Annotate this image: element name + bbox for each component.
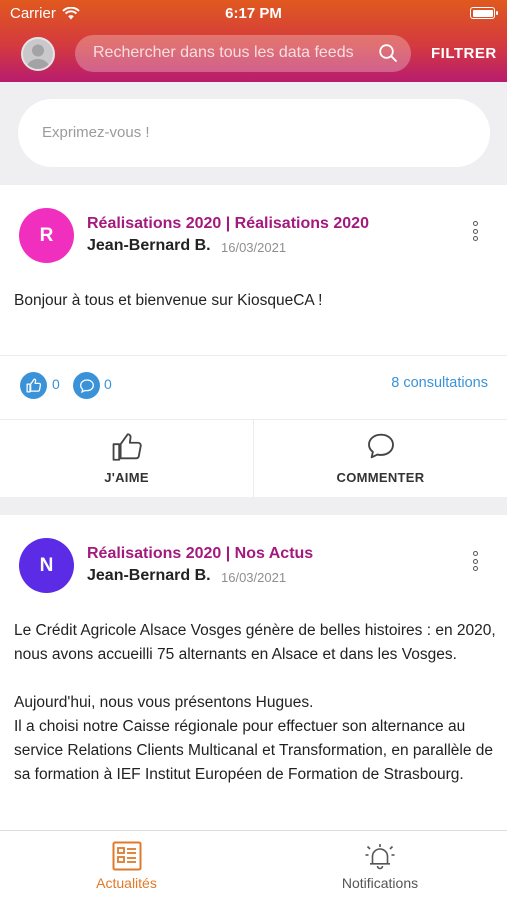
- tab-notifications[interactable]: Notifications: [253, 831, 507, 900]
- post-author[interactable]: Jean-Bernard B.: [87, 567, 211, 585]
- more-options-icon[interactable]: [470, 221, 480, 241]
- tab-notifications-label: Notifications: [341, 875, 419, 891]
- more-options-icon[interactable]: [470, 551, 480, 571]
- user-silhouette-icon: [27, 44, 49, 69]
- post-paragraph: Bonjour à tous et bienvenue sur KiosqueC…: [14, 292, 323, 309]
- bell-icon: [365, 844, 395, 870]
- post-avatar[interactable]: N: [19, 538, 74, 593]
- post-author[interactable]: Jean-Bernard B.: [87, 237, 211, 255]
- post-avatar[interactable]: R: [19, 208, 74, 263]
- like-count-icon: [20, 372, 47, 399]
- battery-icon: [470, 7, 498, 19]
- tab-actualites[interactable]: Actualités: [0, 831, 253, 900]
- status-bar: Carrier 6:17 PM: [0, 0, 507, 28]
- thumbs-up-icon: [112, 433, 142, 461]
- news-icon: [112, 841, 141, 871]
- tab-bar: Actualités Notifications: [0, 830, 507, 900]
- status-time: 6:17 PM: [225, 5, 282, 22]
- search-icon[interactable]: [378, 43, 398, 63]
- post-date: 16/03/2021: [221, 240, 287, 255]
- post-title[interactable]: Réalisations 2020 | Réalisations 2020: [87, 215, 369, 233]
- post-title[interactable]: Réalisations 2020 | Nos Actus: [87, 545, 313, 563]
- post-date: 16/03/2021: [221, 570, 287, 585]
- comment-icon: [367, 433, 394, 459]
- like-label: J'AIME: [104, 470, 149, 485]
- comment-count: 0: [104, 376, 112, 392]
- search-input[interactable]: Rechercher dans tous les data feeds: [93, 44, 354, 62]
- comment-button[interactable]: COMMENTER: [253, 420, 507, 498]
- tab-actualites-label: Actualités: [96, 875, 157, 891]
- post-stats: 0 0 8 consultations: [0, 355, 507, 419]
- compose-placeholder: Exprimez-vous !: [42, 124, 150, 141]
- post-paragraph: Il a choisi notre Caisse régionale pour …: [14, 718, 494, 783]
- post-card: R Réalisations 2020 | Réalisations 2020 …: [0, 185, 507, 498]
- user-avatar[interactable]: [21, 37, 55, 71]
- comment-count-icon: [73, 372, 100, 399]
- filter-button[interactable]: FILTRER: [431, 45, 497, 62]
- search-bar[interactable]: Rechercher dans tous les data feeds: [75, 35, 411, 72]
- post-body: Bonjour à tous et bienvenue sur KiosqueC…: [14, 289, 499, 313]
- like-button[interactable]: J'AIME: [0, 420, 253, 498]
- post-actions: J'AIME COMMENTER: [0, 419, 507, 498]
- post-card: N Réalisations 2020 | Nos Actus Jean-Ber…: [0, 515, 507, 830]
- like-count: 0: [52, 376, 60, 392]
- post-body: Le Crédit Agricole Alsace Vosges génère …: [14, 619, 499, 787]
- comment-label: COMMENTER: [336, 470, 425, 485]
- post-paragraph: Le Crédit Agricole Alsace Vosges génère …: [14, 622, 496, 663]
- compose-section: Exprimez-vous !: [0, 82, 507, 184]
- app-header: Carrier 6:17 PM Rechercher dans tous les…: [0, 0, 507, 82]
- compose-input[interactable]: Exprimez-vous !: [18, 99, 490, 167]
- view-count[interactable]: 8 consultations: [391, 375, 488, 391]
- post-paragraph: Aujourd'hui, nous vous présentons Hugues…: [14, 694, 314, 711]
